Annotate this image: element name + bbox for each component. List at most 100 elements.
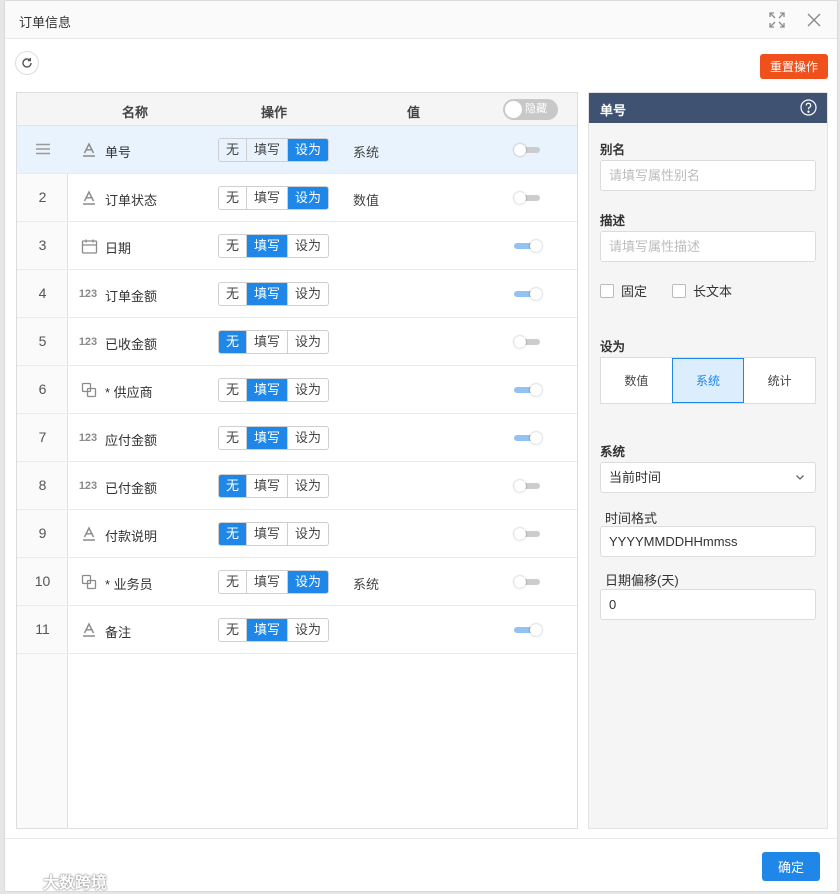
visibility-switch[interactable] xyxy=(514,192,542,204)
row-index: 11 xyxy=(35,621,50,637)
action-option-set[interactable]: 设为 xyxy=(288,331,328,353)
action-option-none[interactable]: 无 xyxy=(219,379,248,401)
visibility-switch[interactable] xyxy=(514,288,542,300)
link-icon xyxy=(80,381,98,399)
fixed-checkbox-box[interactable] xyxy=(600,283,614,298)
action-option-fill[interactable]: 填写 xyxy=(247,379,289,401)
action-option-none[interactable]: 无 xyxy=(219,619,248,641)
action-segmented-control: 无填写 设为 xyxy=(218,426,330,450)
visibility-switch[interactable] xyxy=(514,432,542,444)
table-row[interactable]: 10 * 业务员 无填写 设为 系统 xyxy=(17,558,577,606)
switch-knob xyxy=(530,240,542,252)
longtext-checkbox-box[interactable] xyxy=(672,283,686,298)
field-name: 已收金额 xyxy=(105,337,158,352)
number-icon: 123 xyxy=(78,432,98,444)
table-row[interactable]: 4 123 订单金额 无填写 设为 xyxy=(17,270,577,318)
system-select[interactable]: 当前时间 xyxy=(600,462,816,493)
action-option-fill[interactable]: 填写 xyxy=(247,139,289,161)
table-row[interactable]: 6 * 供应商 无填写 设为 xyxy=(17,366,577,414)
action-segmented-control: 无填写 设为 xyxy=(218,138,330,162)
table-row[interactable]: 2 订单状态 无填写 设为 数值 xyxy=(17,174,577,222)
table-row[interactable]: 7 123 应付金额 无填写 设为 xyxy=(17,414,577,462)
visibility-switch[interactable] xyxy=(514,336,542,348)
date-offset-label: 日期偏移(天) xyxy=(605,573,679,588)
action-option-fill[interactable]: 填写 xyxy=(247,235,289,257)
date-offset-input[interactable]: 0 xyxy=(600,589,816,620)
longtext-checkbox[interactable]: 长文本 xyxy=(672,281,732,300)
action-option-set[interactable]: 设为 xyxy=(288,283,328,305)
action-option-none[interactable]: 无 xyxy=(219,331,248,353)
help-icon[interactable] xyxy=(800,99,817,116)
description-input[interactable]: 请填写属性描述 xyxy=(600,231,816,262)
field-value: 系统 xyxy=(353,145,380,160)
action-option-set[interactable]: 设为 xyxy=(288,523,328,545)
action-option-none[interactable]: 无 xyxy=(219,139,248,161)
action-option-set[interactable]: 设为 xyxy=(288,139,329,161)
action-option-none[interactable]: 无 xyxy=(219,283,248,305)
action-option-fill[interactable]: 填写 xyxy=(247,331,289,353)
visibility-switch[interactable] xyxy=(514,576,542,588)
action-option-fill[interactable]: 填写 xyxy=(247,283,289,305)
switch-knob xyxy=(514,144,526,156)
set-option-system[interactable]: 系统 xyxy=(671,358,745,403)
action-option-set[interactable]: 设为 xyxy=(288,427,328,449)
table-row[interactable]: 8 123 已付金额 无填写 设为 xyxy=(17,462,577,510)
table-row[interactable]: 9 付款说明 无填写 设为 xyxy=(17,510,577,558)
reset-button[interactable]: 重置操作 xyxy=(760,54,828,79)
table-row[interactable]: 单号 无填写 设为 系统 xyxy=(17,126,577,174)
visibility-switch[interactable] xyxy=(514,480,542,492)
action-option-set[interactable]: 设为 xyxy=(288,379,328,401)
close-icon[interactable] xyxy=(805,11,823,29)
action-option-set[interactable]: 设为 xyxy=(288,475,328,497)
action-option-none[interactable]: 无 xyxy=(219,427,248,449)
action-segmented-control: 无填写 设为 xyxy=(218,522,330,546)
header-name: 名称 xyxy=(122,105,149,120)
table-row[interactable]: 3 日期 无填写 设为 xyxy=(17,222,577,270)
row-index: 4 xyxy=(38,285,47,301)
action-option-none[interactable]: 无 xyxy=(219,475,248,497)
action-option-fill[interactable]: 填写 xyxy=(247,427,289,449)
action-option-none[interactable]: 无 xyxy=(219,187,248,209)
set-option-stat[interactable]: 统计 xyxy=(744,358,815,403)
row-index: 8 xyxy=(38,477,47,493)
row-index: 2 xyxy=(38,189,47,205)
text-icon xyxy=(80,525,98,543)
switch-knob xyxy=(530,384,542,396)
visibility-switch[interactable] xyxy=(514,384,542,396)
visibility-switch[interactable] xyxy=(514,240,542,252)
chevron-down-icon xyxy=(796,475,804,480)
action-option-set[interactable]: 设为 xyxy=(288,619,328,641)
property-panel: 单号 别名 请填写属性别名 描述 请填写属性描述 固定 长文本 设为 数值 系统… xyxy=(588,92,828,829)
drag-handle-icon[interactable] xyxy=(17,141,68,158)
action-segmented-control: 无填写 设为 xyxy=(218,474,330,498)
time-format-input[interactable]: YYYYMMDDHHmmss xyxy=(600,526,816,557)
refresh-button[interactable] xyxy=(15,51,39,75)
action-option-set[interactable]: 设为 xyxy=(288,187,329,209)
alias-input[interactable]: 请填写属性别名 xyxy=(600,160,816,191)
switch-knob xyxy=(514,576,526,588)
field-name: 付款说明 xyxy=(105,529,158,544)
visibility-switch[interactable] xyxy=(514,528,542,540)
action-option-fill[interactable]: 填写 xyxy=(247,475,289,497)
action-option-set[interactable]: 设为 xyxy=(288,235,328,257)
action-option-fill[interactable]: 填写 xyxy=(247,619,289,641)
panel-title: 单号 xyxy=(600,103,627,118)
expand-icon[interactable] xyxy=(769,12,785,28)
ok-button[interactable]: 确定 xyxy=(762,852,820,881)
fixed-checkbox[interactable]: 固定 xyxy=(600,281,647,300)
visibility-switch[interactable] xyxy=(514,624,542,636)
table-row[interactable]: 5 123 已收金额 无填写 设为 xyxy=(17,318,577,366)
action-option-fill[interactable]: 填写 xyxy=(247,523,289,545)
hide-toggle[interactable]: 隐藏 xyxy=(503,99,558,120)
action-option-none[interactable]: 无 xyxy=(219,571,248,593)
action-option-fill[interactable]: 填写 xyxy=(247,571,289,593)
switch-knob xyxy=(530,288,542,300)
table-row[interactable]: 11 备注 无填写 设为 xyxy=(17,606,577,654)
set-option-value[interactable]: 数值 xyxy=(601,358,672,403)
field-name: 单号 xyxy=(105,145,132,160)
action-option-none[interactable]: 无 xyxy=(219,523,248,545)
visibility-switch[interactable] xyxy=(514,144,542,156)
action-option-fill[interactable]: 填写 xyxy=(247,187,289,209)
action-option-set[interactable]: 设为 xyxy=(288,571,329,593)
action-option-none[interactable]: 无 xyxy=(219,235,248,257)
